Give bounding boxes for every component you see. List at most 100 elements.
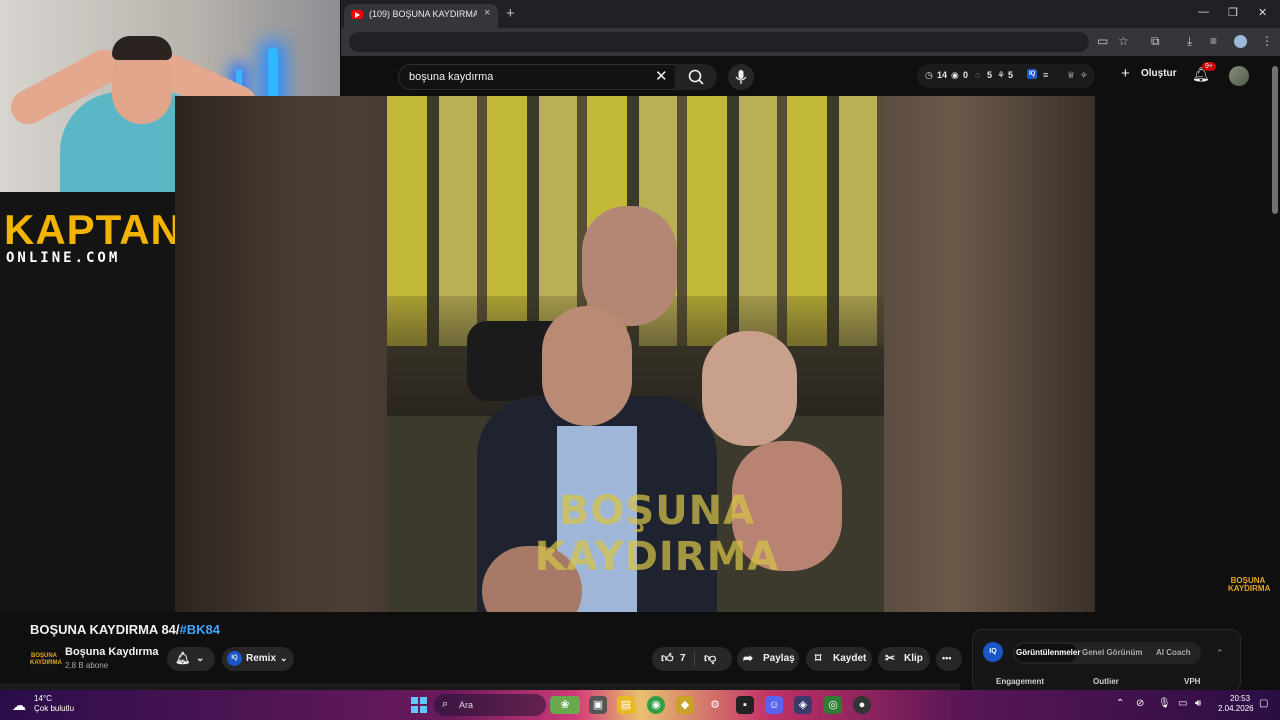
chevron-down-icon: ⌄	[196, 653, 205, 664]
clear-search-icon[interactable]: ✕	[655, 67, 668, 85]
channel-name[interactable]: Boşuna Kaydırma	[65, 646, 159, 658]
cast-icon[interactable]: ▭	[1097, 34, 1108, 48]
clock-date[interactable]: 2.04.2026	[1218, 704, 1254, 713]
video-title-text: BOŞUNA KAYDIRMA 84/	[30, 622, 180, 637]
save-button[interactable]: ⌑ Kaydet	[806, 647, 872, 671]
vidiq-stats-bar[interactable]: ◷ 14 ◉ 0 ◌ 5 ⚘ 5 IQ ≡ ♕ ✧	[917, 64, 1095, 88]
video-title: BOŞUNA KAYDIRMA 84/#BK84	[30, 622, 220, 637]
new-tab-button[interactable]: +	[506, 5, 515, 22]
widget-app-icon[interactable]: ❀	[550, 696, 580, 714]
rocket-icon: ⚘	[997, 70, 1006, 80]
browser-toolbar: ▭ ☆ ⧉ ⤓ ≡ ⋮	[341, 28, 1280, 56]
video-title-hashtag[interactable]: #BK84	[180, 622, 220, 637]
page-scrollbar[interactable]	[1270, 58, 1280, 690]
notification-center-icon[interactable]: ▢	[1259, 698, 1268, 709]
scissors-icon: ✂	[885, 651, 896, 665]
clip-label: Klip	[904, 653, 923, 664]
task-view-icon[interactable]: ▣	[589, 696, 607, 714]
tray-microphone-icon[interactable]: 🎙︎	[1158, 698, 1171, 709]
restore-button[interactable]: ❐	[1228, 6, 1238, 19]
settings-gear-icon[interactable]: ⚙	[706, 696, 724, 714]
create-button[interactable]: Oluştur	[1141, 68, 1177, 79]
like-count[interactable]: 7	[680, 653, 686, 664]
subscription-bell-button[interactable]: 🔔︎ ⌄	[167, 647, 215, 671]
discord-icon[interactable]: ☺	[765, 696, 783, 714]
eye-count: 0	[963, 70, 969, 80]
file-explorer-icon[interactable]: ▤	[617, 696, 635, 714]
notification-count-badge: 9+	[1202, 62, 1216, 71]
weather-temperature[interactable]: 14°C	[34, 694, 52, 703]
scrollbar-thumb[interactable]	[1272, 66, 1278, 214]
extensions-icon[interactable]: ⧉	[1151, 34, 1160, 49]
like-dislike-group: 👍︎ 7 👎︎	[652, 647, 732, 671]
search-input[interactable]	[409, 69, 639, 85]
youtube-favicon-icon	[351, 10, 363, 19]
app-icon-yellow[interactable]: ◆	[676, 696, 694, 714]
vidiq-badge-icon[interactable]: IQ	[1027, 69, 1038, 79]
weather-cloud-icon[interactable]: ☁	[12, 697, 26, 714]
account-avatar[interactable]	[1229, 66, 1249, 86]
voice-search-button[interactable]	[728, 64, 754, 90]
description-box-edge[interactable]	[0, 683, 960, 690]
tray-display-icon[interactable]: ▭	[1178, 698, 1187, 709]
share-arrow-icon: ➦	[743, 651, 754, 665]
tray-network-off-icon[interactable]: ⊘	[1136, 698, 1144, 709]
brand-line-2: ONLINE.COM	[6, 250, 121, 266]
menu-kebab-icon[interactable]: ⋮	[1261, 34, 1273, 48]
video-frame[interactable]: BOŞUNA KAYDIRMA	[387, 96, 884, 612]
browser-tab-bar: (109) BOŞUNA KAYDIRMA 84/#BK84 - YouTube…	[341, 0, 1280, 28]
profile-avatar-icon[interactable]	[1234, 35, 1247, 48]
download-icon[interactable]: ⤓	[1187, 34, 1192, 49]
channel-avatar[interactable]: BOŞUNA KAYDIRMA	[30, 646, 62, 674]
close-window-button[interactable]: ✕	[1258, 6, 1267, 19]
column-engagement: Engagement	[996, 677, 1045, 686]
vidiq-logo-icon: IQ	[983, 642, 1003, 662]
minimize-button[interactable]: —	[1198, 6, 1209, 18]
share-button[interactable]: ➦ Paylaş	[737, 647, 799, 671]
trophy-icon[interactable]: ♕	[1067, 70, 1075, 81]
chrome-icon[interactable]: ◉	[647, 696, 665, 714]
vidiq-icon: IQ	[227, 651, 242, 666]
search-button[interactable]	[675, 64, 717, 90]
vidiq-tabs: Görüntülenmeler Genel Görünüm AI Coach	[1013, 642, 1201, 664]
weather-description[interactable]: Çok bulutlu	[34, 704, 74, 713]
dislike-thumb-down-icon[interactable]: 👎︎	[704, 651, 716, 666]
share-label: Paylaş	[763, 653, 795, 664]
subs-count: 5	[1008, 70, 1014, 80]
chevron-down-icon: ⌄	[280, 653, 288, 663]
obs-icon[interactable]: ●	[853, 696, 871, 714]
browser-tab[interactable]: (109) BOŞUNA KAYDIRMA 84/#BK84 - YouTube…	[344, 4, 498, 28]
tray-chevron-up-icon[interactable]: ⌃	[1116, 698, 1124, 709]
clock-time[interactable]: 20:53	[1230, 694, 1250, 703]
tray-volume-icon[interactable]: 🔊︎	[1195, 698, 1201, 709]
plus-icon: +	[1121, 65, 1130, 82]
search-box: ✕	[398, 64, 676, 90]
like-thumb-up-icon[interactable]: 👍︎	[661, 651, 674, 666]
tab-ai-coach[interactable]: AI Coach	[1156, 648, 1191, 657]
divider	[694, 651, 695, 667]
address-bar[interactable]	[349, 32, 1089, 52]
windows-taskbar: ☁ 14°C Çok bulutlu ⌕ Ara ❀ ▣ ▤ ◉ ◆ ⚙ ▪ ☺…	[0, 690, 1280, 720]
start-button-windows-icon[interactable]	[411, 697, 427, 713]
reading-list-icon[interactable]: ≡	[1210, 34, 1217, 48]
remix-button[interactable]: IQ Remix ⌄	[222, 647, 294, 671]
tab-genel-gorunum[interactable]: Genel Görünüm	[1082, 648, 1142, 657]
app-icon-dark[interactable]: ▪	[736, 696, 754, 714]
taskbar-search[interactable]: ⌕ Ara	[434, 694, 546, 716]
collapse-chevron-up-icon[interactable]: ⌃	[1216, 648, 1224, 659]
microphone-icon	[735, 70, 747, 84]
more-dots-icon: •••	[942, 653, 952, 663]
list-icon[interactable]: ≡	[1043, 70, 1048, 80]
comments-count: 5	[987, 70, 993, 80]
bookmark-icon: ⌑	[815, 651, 822, 665]
tab-title: (109) BOŞUNA KAYDIRMA 84/#BK84 - YouTube	[369, 9, 477, 19]
sparkle-icon[interactable]: ✧	[1080, 70, 1088, 81]
column-vph: VPH	[1184, 677, 1201, 686]
app-icon-blue[interactable]: ◈	[794, 696, 812, 714]
tab-close-icon[interactable]: ×	[484, 7, 490, 19]
chrome-profile-icon[interactable]: ◎	[824, 696, 842, 714]
clip-button[interactable]: ✂ Klip	[878, 647, 930, 671]
bookmark-star-icon[interactable]: ☆	[1118, 34, 1129, 48]
tab-goruntulenmeler[interactable]: Görüntülenmeler	[1016, 648, 1080, 657]
more-actions-button[interactable]: •••	[936, 647, 962, 671]
